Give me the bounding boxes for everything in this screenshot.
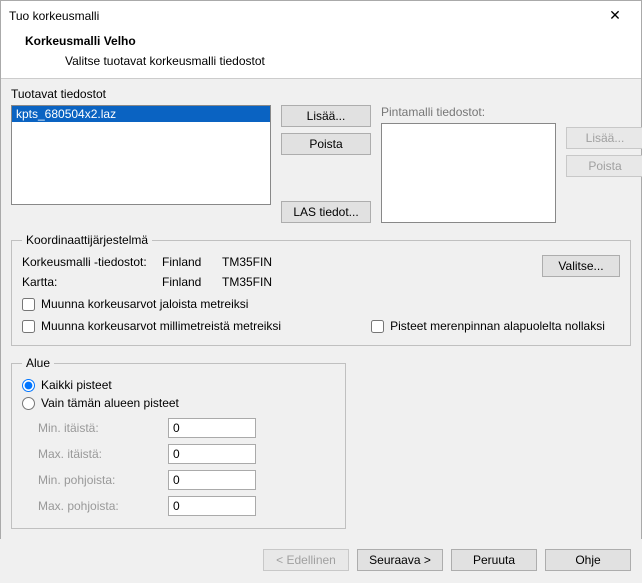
help-button[interactable]: Ohje: [545, 549, 631, 571]
min-e-label: Min. itäistä:: [38, 421, 168, 435]
chk-feet-label: Muunna korkeusarvot jaloista metreiksi: [41, 297, 248, 311]
surface-column: Pintamalli tiedostot:: [381, 105, 556, 223]
crs-fieldset: Koordinaattijärjestelmä Korkeusmalli -ti…: [11, 233, 631, 346]
surface-remove-button[interactable]: Poista: [566, 155, 642, 177]
crs-grid: Korkeusmalli -tiedostot: Finland TM35FIN…: [22, 255, 302, 289]
chk-sea-label: Pisteet merenpinnan alapuolelta nollaksi: [390, 319, 605, 333]
chk-mm[interactable]: [22, 320, 35, 333]
header: Korkeusmalli Velho Valitse tuotavat kork…: [1, 30, 641, 78]
crs-map-crs: TM35FIN: [222, 275, 302, 289]
chk-mm-row: Muunna korkeusarvot millimetreistä metre…: [22, 319, 281, 333]
crs-map-label: Kartta:: [22, 275, 162, 289]
back-button[interactable]: < Edellinen: [263, 549, 349, 571]
checks-split: Muunna korkeusarvot millimetreistä metre…: [22, 311, 620, 333]
area-legend: Alue: [22, 356, 54, 370]
las-info-button[interactable]: LAS tiedot...: [281, 201, 371, 223]
surface-label: Pintamalli tiedostot:: [381, 105, 556, 119]
surface-listbox[interactable]: [381, 123, 556, 223]
max-e-label: Max. itäistä:: [38, 447, 168, 461]
area-all-radio[interactable]: [22, 379, 35, 392]
files-add-button[interactable]: Lisää...: [281, 105, 371, 127]
footer: < Edellinen Seuraava > Peruuta Ohje: [1, 539, 641, 583]
files-remove-button[interactable]: Poista: [281, 133, 371, 155]
files-left: kpts_680504x2.laz: [11, 105, 271, 223]
crs-legend: Koordinaattijärjestelmä: [22, 233, 152, 247]
max-e-input[interactable]: [168, 444, 256, 464]
area-region-radio[interactable]: [22, 397, 35, 410]
next-button[interactable]: Seuraava >: [357, 549, 443, 571]
crs-choose-wrap: Valitse...: [542, 255, 620, 277]
crs-rows: Korkeusmalli -tiedostot: Finland TM35FIN…: [22, 255, 620, 289]
chk-sea[interactable]: [371, 320, 384, 333]
files-row: kpts_680504x2.laz Lisää... Poista LAS ti…: [11, 105, 631, 223]
area-all-label: Kaikki pisteet: [41, 378, 112, 392]
area-region-row: Vain tämän alueen pisteet: [22, 396, 335, 410]
chk-feet-row: Muunna korkeusarvot jaloista metreiksi: [22, 297, 620, 311]
surface-buttons: Lisää... Poista: [566, 127, 642, 223]
crs-file-label: Korkeusmalli -tiedostot:: [22, 255, 162, 269]
window-title: Tuo korkeusmalli: [9, 9, 99, 23]
max-n-label: Max. pohjoista:: [38, 499, 168, 513]
chk-feet[interactable]: [22, 298, 35, 311]
surface-add-button[interactable]: Lisää...: [566, 127, 642, 149]
list-item[interactable]: kpts_680504x2.laz: [12, 106, 270, 122]
crs-map-country: Finland: [162, 275, 222, 289]
titlebar: Tuo korkeusmalli ✕: [1, 1, 641, 30]
range-grid: Min. itäistä: Max. itäistä: Min. pohjois…: [38, 418, 335, 516]
files-listbox[interactable]: kpts_680504x2.laz: [11, 105, 271, 205]
close-icon[interactable]: ✕: [599, 7, 631, 24]
crs-choose-button[interactable]: Valitse...: [542, 255, 620, 277]
dialog-window: Tuo korkeusmalli ✕ Korkeusmalli Velho Va…: [0, 0, 642, 539]
area-fieldset: Alue Kaikki pisteet Vain tämän alueen pi…: [11, 356, 346, 529]
cancel-button[interactable]: Peruuta: [451, 549, 537, 571]
max-n-input[interactable]: [168, 496, 256, 516]
files-group-label: Tuotavat tiedostot: [11, 87, 631, 101]
chk-mm-label: Muunna korkeusarvot millimetreistä metre…: [41, 319, 281, 333]
crs-file-country: Finland: [162, 255, 222, 269]
min-e-input[interactable]: [168, 418, 256, 438]
crs-file-crs: TM35FIN: [222, 255, 302, 269]
header-title: Korkeusmalli Velho: [25, 34, 641, 48]
content: Tuotavat tiedostot kpts_680504x2.laz Lis…: [1, 78, 641, 539]
area-all-row: Kaikki pisteet: [22, 378, 335, 392]
chk-sea-row: Pisteet merenpinnan alapuolelta nollaksi: [371, 319, 605, 333]
min-n-input[interactable]: [168, 470, 256, 490]
min-n-label: Min. pohjoista:: [38, 473, 168, 487]
files-buttons: Lisää... Poista LAS tiedot...: [281, 105, 371, 223]
area-region-label: Vain tämän alueen pisteet: [41, 396, 179, 410]
header-subtitle: Valitse tuotavat korkeusmalli tiedostot: [65, 54, 641, 68]
